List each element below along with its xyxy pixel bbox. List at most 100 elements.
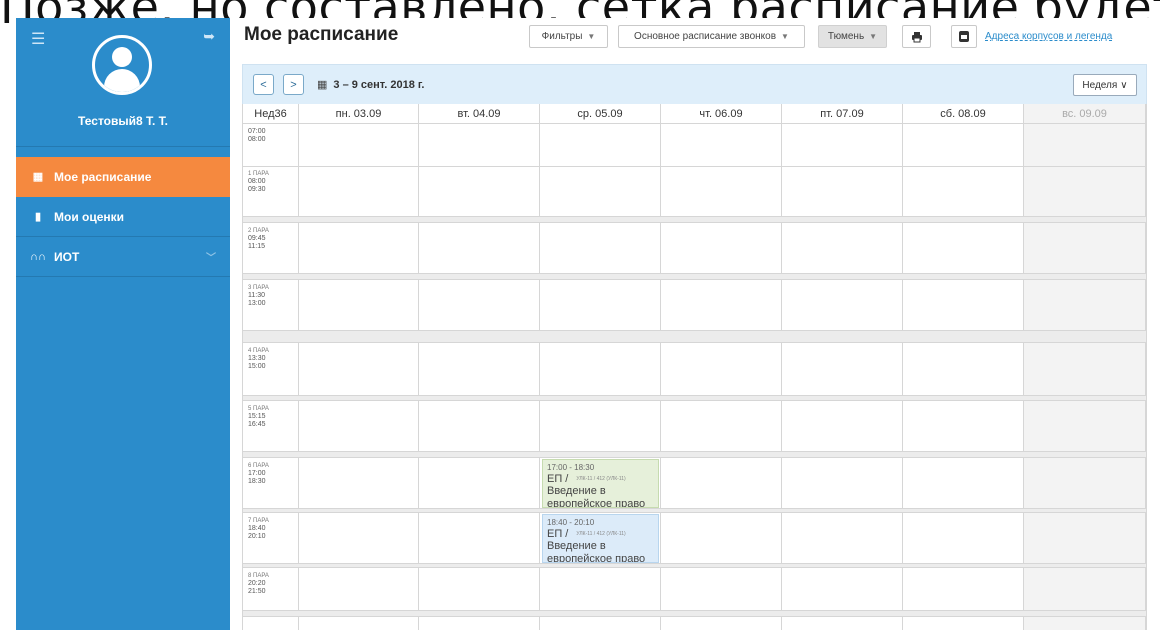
main-content: Мое расписание Фильтры ▼ Основное расписа… — [230, 18, 1160, 630]
binoculars-icon: ∩∩ — [30, 250, 46, 263]
slot-end-time: 11:15 — [248, 243, 265, 250]
calendar-icon: ▦ — [32, 171, 44, 183]
slot-start-time: 15:15 — [248, 413, 266, 420]
sidebar-item-iot[interactable]: ∩∩ ИОТ ﹀ — [16, 237, 230, 277]
slot-end-time: 13:00 — [248, 300, 266, 307]
slot-start-time: 07:00 — [248, 128, 266, 135]
slot-end-time: 15:00 — [248, 363, 266, 370]
day-column[interactable] — [661, 124, 782, 630]
chevron-left-icon: < — [260, 78, 267, 91]
event-subject: Введение в европейское право — [547, 540, 646, 563]
filters-dropdown[interactable]: Фильтры ▼ — [529, 25, 608, 48]
sidebar-item-label: Мои оценки — [54, 209, 125, 224]
slot-start-time: 13:30 — [248, 355, 266, 362]
slot-start-time: 11:30 — [248, 292, 265, 299]
break-row — [243, 451, 1146, 458]
day-column[interactable] — [903, 124, 1024, 630]
chevron-down-icon: ∨ — [1120, 79, 1128, 91]
username: Тестовый8 Т. Т. — [78, 114, 168, 128]
ics-export-button[interactable] — [951, 25, 977, 48]
bookmark-icon: ▮ — [34, 211, 42, 223]
event-room: УЛК-11 / 412 (УЛК-11) — [576, 476, 626, 483]
pair-number: 1 ПАРА — [248, 171, 269, 177]
break-row — [243, 508, 1146, 513]
day-header: пт. 07.09 — [782, 104, 903, 124]
caret-down-icon: ▼ — [587, 32, 596, 41]
calendar-icon: ▦ — [317, 79, 328, 91]
caret-down-icon: ▼ — [869, 32, 878, 41]
day-column[interactable] — [299, 124, 419, 630]
schedule-event[interactable]: 18:40 - 20:10 ЕП / УЛК-11 / 412 (УЛК-11) Вв… — [542, 514, 659, 563]
break-row — [243, 395, 1146, 401]
time-slot-label: 3 ПАРА 11:30 13:00 — [248, 284, 269, 308]
slot-start-time: 20:20 — [248, 580, 266, 587]
schedule-event[interactable]: 17:00 - 18:30 ЕП / УЛК-11 / 412 (УЛК-11) Вв… — [542, 459, 659, 508]
time-slot-label: 1 ПАРА 08:00 09:30 — [248, 170, 269, 194]
time-slot-label: 2 ПАРА 09:45 11:15 — [248, 227, 269, 251]
break-row — [243, 610, 1146, 617]
logout-icon[interactable]: ➥ — [203, 28, 215, 45]
week-number-label: Нед36 — [243, 104, 299, 124]
pair-number: 3 ПАРА — [248, 285, 269, 291]
filters-label: Фильтры — [541, 31, 583, 42]
time-slot-label: 4 ПАРА 13:30 15:00 — [248, 347, 269, 371]
day-column[interactable] — [1024, 124, 1146, 630]
prev-week-button[interactable]: < — [253, 74, 274, 95]
print-icon — [911, 31, 922, 42]
pair-number: 6 ПАРА — [248, 463, 269, 469]
schedule-type-dropdown[interactable]: Основное расписание звонков ▼ — [618, 25, 805, 48]
sidebar-item-my-grades[interactable]: ▮ Мои оценки — [16, 197, 230, 237]
slot-start-time: 09:45 — [248, 235, 266, 242]
print-button[interactable] — [902, 25, 931, 48]
day-column[interactable] — [419, 124, 540, 630]
event-time: 17:00 - 18:30 — [547, 463, 595, 472]
view-dropdown[interactable]: Неделя ∨ — [1073, 74, 1137, 96]
chevron-down-icon: ﹀ — [206, 253, 216, 264]
day-header: вс. 09.09 — [1024, 104, 1146, 124]
break-row — [243, 330, 1146, 343]
break-row — [243, 273, 1146, 280]
pair-number: 7 ПАРА — [248, 518, 269, 524]
slot-end-time: 18:30 — [248, 478, 266, 485]
sidebar-item-label: ИОТ — [54, 249, 80, 264]
sidebar-item-my-schedule[interactable]: ▦ Мое расписание — [16, 157, 230, 197]
time-slot-label: 5 ПАРА 15:15 16:45 — [248, 405, 269, 429]
slot-end-time: 09:30 — [248, 186, 266, 193]
next-week-button[interactable]: > — [283, 74, 304, 95]
pair-number: 8 ПАРА — [248, 573, 269, 579]
day-header: сб. 08.09 — [903, 104, 1024, 124]
sidebar: ☰ ➥ Тестовый8 Т. Т. ▦ Мое расписание ▮ М… — [16, 18, 230, 630]
date-range: ▦ 3 – 9 сент. 2018 г. — [317, 78, 424, 91]
time-slot-label: 6 ПАРА 17:00 18:30 — [248, 462, 269, 486]
sidebar-item-label: Мое расписание — [54, 169, 152, 184]
date-range-text: 3 – 9 сент. 2018 г. — [333, 79, 425, 91]
break-row — [243, 216, 1146, 223]
slot-end-time: 20:10 — [248, 533, 266, 540]
pair-number: 5 ПАРА — [248, 406, 269, 412]
sidebar-profile: ☰ ➥ Тестовый8 Т. Т. — [16, 18, 230, 147]
schedule-grid: Нед36 пн. 03.09 вт. 04.09 ср. 05.09 чт. 06.0… — [242, 104, 1147, 630]
page-title: Мое расписание — [244, 24, 399, 45]
break-row — [243, 563, 1146, 568]
city-dropdown[interactable]: Тюмень ▼ — [818, 25, 887, 48]
avatar — [92, 35, 152, 95]
day-column[interactable] — [782, 124, 903, 630]
day-header: ср. 05.09 — [540, 104, 661, 124]
event-subject: Введение в европейское право — [547, 485, 646, 508]
hamburger-icon[interactable]: ☰ — [31, 29, 45, 49]
caret-down-icon: ▼ — [781, 32, 789, 41]
event-type: ЕП / — [547, 473, 569, 485]
addresses-legend-link[interactable]: Адреса корпусов и легенда — [985, 31, 1112, 42]
calendar-toolbar: < > ▦ 3 – 9 сент. 2018 г. Неделя ∨ — [242, 64, 1147, 104]
slot-end-time: 08:00 — [248, 136, 266, 143]
chevron-right-icon: > — [290, 78, 297, 91]
time-column — [243, 124, 299, 630]
time-slot-label: 8 ПАРА 20:20 21:50 — [248, 572, 269, 596]
schedule-type-label: Основное расписание звонков — [634, 31, 777, 42]
slot-start-time: 08:00 — [248, 178, 266, 185]
day-header: вт. 04.09 — [419, 104, 540, 124]
day-header: чт. 06.09 — [661, 104, 782, 124]
slot-start-time: 17:00 — [248, 470, 266, 477]
city-label: Тюмень — [827, 31, 865, 42]
ics-export-icon — [959, 31, 969, 42]
